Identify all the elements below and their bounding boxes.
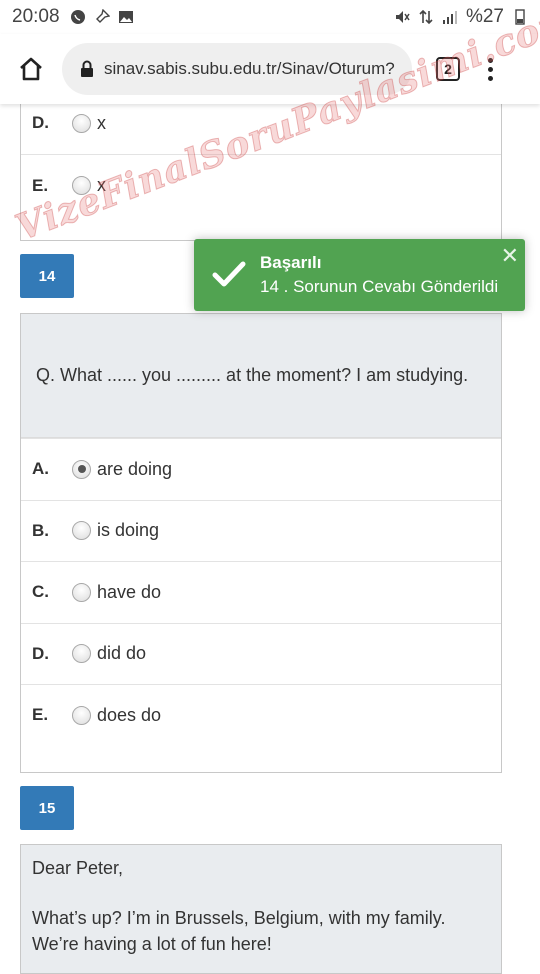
option-row[interactable]: E. x (21, 154, 501, 216)
option-letter: A. (32, 459, 49, 479)
pin-icon (95, 9, 110, 23)
option-text: is doing (97, 520, 160, 541)
close-icon[interactable]: ✕ (501, 243, 519, 269)
option-letter: E. (32, 705, 49, 725)
toast-message: 14 . Sorunun Cevabı Gönderildi (260, 277, 499, 296)
url-text: sinav.sabis.subu.edu.tr/Sinav/Oturum? (104, 59, 395, 78)
status-bar: 20:08 %27 (0, 0, 540, 34)
option-letter: D. (32, 643, 49, 663)
question-text: Q. What ...... you ......... at the mome… (21, 314, 501, 438)
address-bar[interactable]: sinav.sabis.subu.edu.tr/Sinav/Oturum? (62, 43, 412, 95)
signal-icon (442, 11, 457, 24)
option-radio[interactable] (72, 521, 91, 541)
passage-line: What’s up? I’m in Brussels, Belgium, wit… (32, 908, 446, 928)
battery-icon (515, 9, 525, 25)
browser-toolbar: sinav.sabis.subu.edu.tr/Sinav/Oturum? 2 (0, 34, 540, 104)
option-radio[interactable] (72, 176, 91, 195)
question-number-badge: 14 (20, 254, 74, 298)
home-icon (20, 57, 42, 81)
passage-line: We’re having a lot of fun here! (32, 934, 272, 954)
status-time: 20:08 (12, 6, 60, 27)
menu-dot-icon (488, 66, 493, 72)
reading-passage: Dear Peter, What’s up? I’m in Brussels, … (20, 844, 502, 974)
option-radio[interactable] (72, 582, 91, 602)
status-notification-icons (70, 9, 134, 25)
option-row[interactable]: A. are doing (21, 438, 501, 500)
option-text: x (97, 112, 106, 133)
question-panel: Q. What ...... you ......... at the mome… (20, 313, 502, 773)
menu-dot-icon (488, 57, 493, 63)
option-radio[interactable] (72, 644, 91, 664)
option-row[interactable]: C. have do (21, 561, 501, 623)
option-letter: E. (32, 175, 49, 195)
menu-dot-icon (488, 75, 493, 81)
toast-title: Başarılı (260, 253, 322, 272)
option-row[interactable]: B. is doing (21, 499, 501, 562)
option-letter: C. (32, 582, 49, 602)
option-text: does do (97, 704, 162, 725)
battery-percent: %27 (465, 6, 504, 27)
status-system-icons: %27 (394, 6, 528, 28)
mute-icon (395, 11, 410, 23)
exam-content: D. x E. x 14 Q. What ...... you ........… (0, 91, 540, 974)
data-arrows-icon (419, 9, 433, 25)
passage-greeting: Dear Peter, (32, 858, 124, 878)
option-letter: D. (32, 113, 49, 132)
option-row[interactable]: E. does do (21, 684, 501, 746)
overflow-menu-button[interactable] (488, 57, 493, 81)
whatsapp-icon (70, 10, 85, 24)
prev-question-panel: D. x E. x (20, 91, 502, 241)
lock-icon (81, 60, 93, 77)
checkmark-icon (212, 261, 246, 287)
option-text: have do (97, 581, 162, 602)
home-button[interactable] (0, 34, 62, 104)
option-radio[interactable] (72, 705, 91, 725)
option-text: are doing (97, 458, 173, 479)
option-radio[interactable] (72, 113, 91, 133)
option-letter: B. (32, 520, 49, 540)
tab-switcher-button[interactable]: 2 (436, 57, 460, 81)
option-text: did do (97, 643, 147, 664)
success-toast[interactable]: Başarılı 14 . Sorunun Cevabı Gönderildi … (194, 239, 525, 311)
question-number-badge: 15 (20, 786, 74, 830)
image-icon (118, 11, 133, 23)
option-radio-selected[interactable] (72, 459, 91, 479)
option-text: x (97, 175, 106, 195)
option-row[interactable]: D. did do (21, 622, 501, 685)
